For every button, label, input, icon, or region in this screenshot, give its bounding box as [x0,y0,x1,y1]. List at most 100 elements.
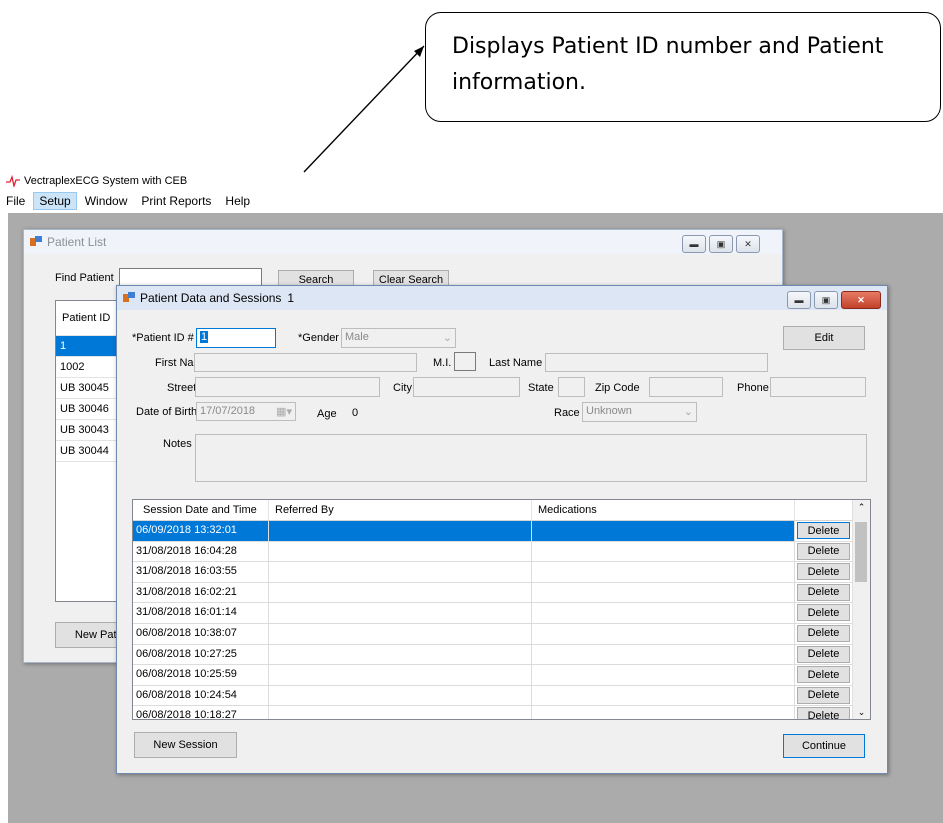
delete-cell: Delete [795,521,853,541]
scroll-thumb[interactable] [855,522,867,582]
race-value: Unknown [586,405,632,417]
find-patient-label: Find Patient [55,272,114,284]
menu-window[interactable]: Window [79,192,134,210]
continue-button[interactable]: Continue [783,734,865,758]
state-field[interactable] [558,377,585,397]
table-row[interactable]: 06/08/2018 10:27:25 Delete [133,644,870,666]
medications-cell[interactable] [532,706,795,719]
referred-by-column-header[interactable]: Referred By [269,500,532,520]
referred-by-cell[interactable] [269,665,532,685]
middle-initial-field[interactable] [454,352,476,371]
maximize-button[interactable]: ▣ [814,291,838,309]
delete-button[interactable]: Delete [797,645,850,663]
delete-button[interactable]: Delete [797,686,850,704]
table-row[interactable]: 06/08/2018 10:38:07 Delete [133,623,870,645]
session-date-cell[interactable]: 31/08/2018 16:01:14 [133,603,269,623]
table-row[interactable]: 31/08/2018 16:02:21 Delete [133,582,870,604]
referred-by-cell[interactable] [269,603,532,623]
close-button[interactable]: ✕ [841,291,881,309]
delete-cell: Delete [795,603,853,623]
medications-cell[interactable] [532,603,795,623]
phone-field[interactable] [770,377,866,397]
session-date-column-header[interactable]: Session Date and Time [133,500,269,520]
date-of-birth-picker[interactable]: 17/07/2018 ▦▾ [196,402,296,421]
session-date-cell[interactable]: 31/08/2018 16:03:55 [133,562,269,582]
delete-button[interactable]: Delete [797,604,850,622]
session-date-cell[interactable]: 06/08/2018 10:27:25 [133,644,269,665]
zip-code-field[interactable] [649,377,723,397]
delete-button[interactable]: Delete [797,666,850,684]
table-row[interactable]: 06/08/2018 10:25:59 Delete [133,665,870,686]
minimize-button[interactable]: ▬ [787,291,811,309]
gender-label: *Gender [298,332,339,344]
app-title-bar: VectraplexECG System with CEB [6,172,187,190]
scroll-up-icon[interactable]: ⌃ [853,500,870,514]
medications-cell[interactable] [532,541,795,562]
sessions-scrollbar[interactable]: ⌃ ⌄ [852,500,870,719]
medications-cell[interactable] [532,644,795,665]
session-date-cell[interactable]: 31/08/2018 16:04:28 [133,541,269,562]
sessions-grid-header: Session Date and Time Referred By Medica… [133,500,870,521]
referred-by-cell[interactable] [269,562,532,582]
gender-value: Male [345,331,369,343]
race-select[interactable]: Unknown ⌄ [582,402,697,422]
session-date-cell[interactable]: 06/08/2018 10:18:27 [133,706,269,719]
delete-cell: Delete [795,706,853,719]
medications-cell[interactable] [532,582,795,603]
referred-by-cell[interactable] [269,582,532,603]
callout-arrow [303,45,425,173]
close-button[interactable]: ✕ [736,235,760,253]
edit-button[interactable]: Edit [783,326,865,350]
delete-button[interactable]: Delete [797,583,850,601]
session-date-cell[interactable]: 06/08/2018 10:38:07 [133,623,269,644]
table-row[interactable]: 31/08/2018 16:03:55 Delete [133,562,870,583]
delete-button[interactable]: Delete [797,522,850,539]
referred-by-cell[interactable] [269,623,532,644]
delete-cell: Delete [795,542,853,562]
table-row[interactable]: 31/08/2018 16:01:14 Delete [133,603,870,624]
session-date-cell[interactable]: 06/09/2018 13:32:01 [133,521,269,541]
medications-cell[interactable] [532,665,795,685]
delete-button[interactable]: Delete [797,542,850,560]
delete-button[interactable]: Delete [797,563,850,581]
minimize-button[interactable]: ▬ [682,235,706,253]
scroll-down-icon[interactable]: ⌄ [853,705,870,719]
table-row[interactable]: 06/09/2018 13:32:01 Delete [133,521,870,542]
delete-button[interactable]: Delete [797,624,850,642]
referred-by-cell[interactable] [269,541,532,562]
window-icon [30,236,42,248]
session-date-cell[interactable]: 06/08/2018 10:25:59 [133,665,269,685]
last-name-field[interactable] [545,353,768,372]
city-field[interactable] [413,377,520,397]
table-row[interactable]: 06/08/2018 10:18:27 Delete [133,706,870,719]
session-date-cell[interactable]: 31/08/2018 16:02:21 [133,582,269,603]
delete-cell: Delete [795,562,853,582]
menu-setup[interactable]: Setup [33,192,77,210]
gender-select[interactable]: Male ⌄ [341,328,456,348]
medications-cell[interactable] [532,521,795,541]
street-field[interactable] [195,377,380,397]
delete-button[interactable]: Delete [797,707,850,719]
medications-column-header[interactable]: Medications [532,500,795,520]
referred-by-cell[interactable] [269,706,532,719]
menu-print-reports[interactable]: Print Reports [135,192,217,210]
medications-cell[interactable] [532,562,795,582]
calendar-icon: ▦▾ [276,406,292,418]
new-session-button[interactable]: New Session [134,732,237,758]
referred-by-cell[interactable] [269,685,532,706]
table-row[interactable]: 31/08/2018 16:04:28 Delete [133,541,870,563]
referred-by-cell[interactable] [269,521,532,541]
maximize-button[interactable]: ▣ [709,235,733,253]
menu-help[interactable]: Help [219,192,256,210]
referred-by-cell[interactable] [269,644,532,665]
first-name-field[interactable] [194,353,417,372]
zip-code-label: Zip Code [595,382,640,394]
session-date-cell[interactable]: 06/08/2018 10:24:54 [133,685,269,706]
medications-cell[interactable] [532,685,795,706]
medications-cell[interactable] [532,623,795,644]
menu-file[interactable]: File [0,192,31,210]
notes-field[interactable] [195,434,867,482]
table-row[interactable]: 06/08/2018 10:24:54 Delete [133,685,870,707]
patient-id-field[interactable]: 1 [196,328,276,348]
age-value: 0 [352,407,359,419]
